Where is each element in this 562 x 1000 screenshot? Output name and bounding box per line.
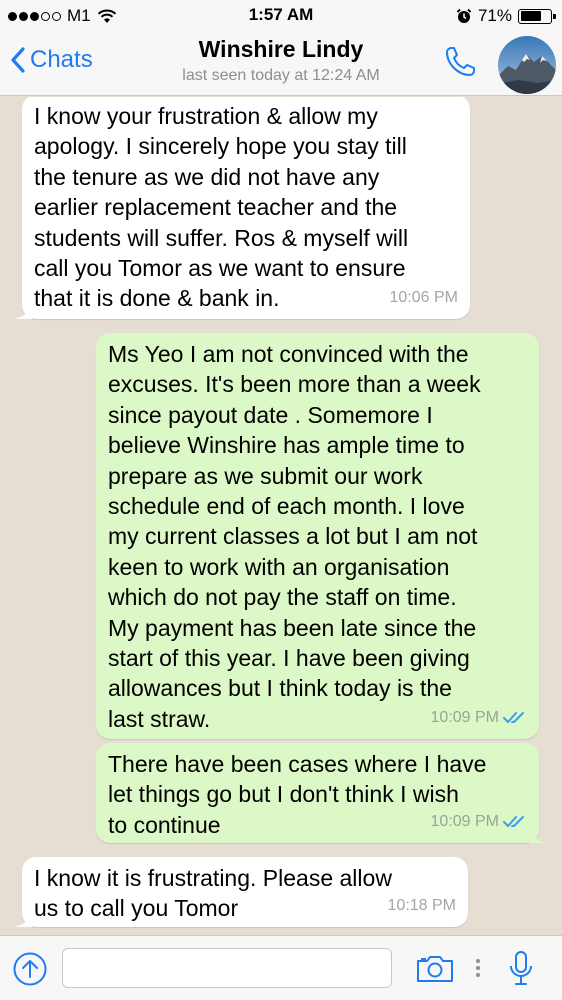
camera-icon xyxy=(417,956,453,982)
status-right: 71% xyxy=(456,6,556,26)
message-bubble-incoming[interactable]: I know it is frustrating. Please allow u… xyxy=(14,857,468,927)
message-bubble-outgoing[interactable]: There have been cases where I have let t… xyxy=(96,743,547,843)
attach-button[interactable] xyxy=(12,951,48,992)
last-seen-status: last seen today at 12:24 AM xyxy=(182,67,380,84)
contact-info[interactable]: Winshire Lindy last seen today at 12:24 … xyxy=(120,36,442,85)
alarm-icon xyxy=(456,8,472,23)
message-time: 10:06 PM xyxy=(389,288,458,306)
message-composer xyxy=(0,935,562,1000)
chat-header: Chats Winshire Lindy last seen today at … xyxy=(0,32,562,96)
double-check-read-icon xyxy=(503,711,524,723)
battery-icon xyxy=(518,8,556,24)
message-meta: 10:18 PM xyxy=(388,891,456,921)
chat-messages[interactable]: I know your frustration & allow my apolo… xyxy=(0,97,562,935)
vertical-dots-icon xyxy=(476,959,480,977)
call-button[interactable] xyxy=(442,44,478,85)
message-time: 10:09 PM xyxy=(430,812,499,830)
more-options-button[interactable] xyxy=(474,956,482,985)
voice-message-button[interactable] xyxy=(508,950,534,993)
bubble-tail xyxy=(529,827,547,843)
phone-icon xyxy=(446,47,475,76)
message-time: 10:18 PM xyxy=(387,896,456,914)
status-bar: M1 1:57 AM 71% xyxy=(0,0,562,32)
back-button[interactable]: Chats xyxy=(10,46,93,74)
message-text: Ms Yeo I am not convinced with the excus… xyxy=(108,341,481,732)
message-bubble-outgoing[interactable]: Ms Yeo I am not convinced with the excus… xyxy=(96,333,539,739)
message-meta: 10:06 PM xyxy=(390,283,458,313)
message-input[interactable] xyxy=(62,948,392,988)
contact-avatar[interactable] xyxy=(498,36,556,94)
camera-button[interactable] xyxy=(415,954,455,989)
chevron-left-icon xyxy=(11,47,25,73)
message-meta: 10:09 PM xyxy=(431,703,527,733)
microphone-icon xyxy=(510,951,532,985)
bubble-tail xyxy=(14,911,32,927)
message-time: 10:09 PM xyxy=(430,708,499,726)
contact-name: Winshire Lindy xyxy=(198,36,364,62)
message-meta: 10:09 PM xyxy=(431,807,527,837)
double-check-read-icon xyxy=(503,815,524,827)
back-label: Chats xyxy=(30,46,93,73)
mountain-photo-icon xyxy=(498,36,556,94)
bubble-tail xyxy=(14,303,32,319)
upload-arrow-icon xyxy=(13,952,47,986)
message-bubble-incoming[interactable]: I know your frustration & allow my apolo… xyxy=(14,97,470,319)
battery-percent: 71% xyxy=(477,6,512,25)
battery-fill xyxy=(520,11,542,21)
